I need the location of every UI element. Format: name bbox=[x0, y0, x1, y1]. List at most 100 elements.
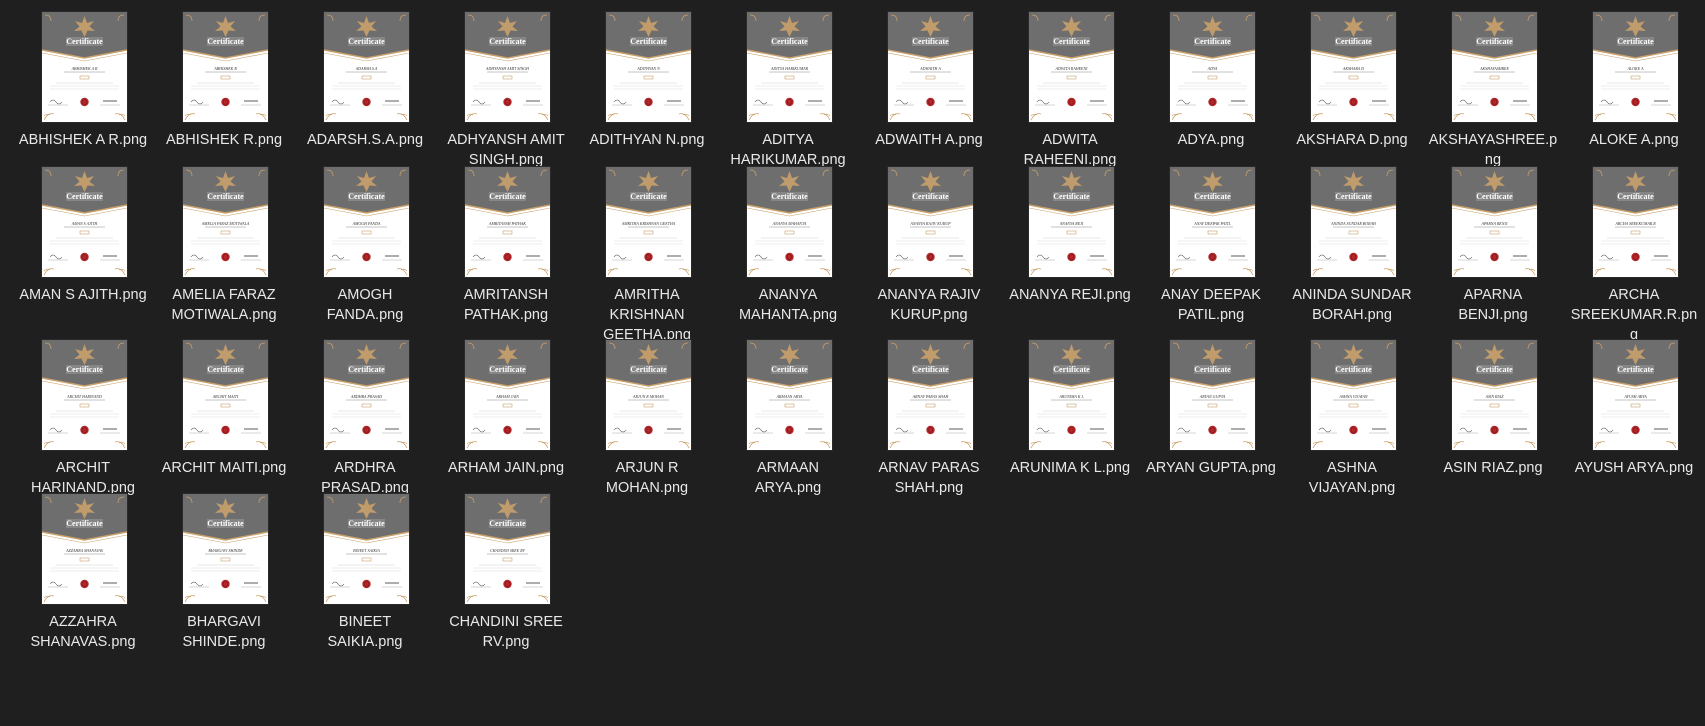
file-thumbnail[interactable]: Certificate AKSHARA D bbox=[1311, 12, 1396, 122]
svg-text:Certificate: Certificate bbox=[348, 37, 385, 46]
svg-text:Certificate: Certificate bbox=[489, 519, 526, 528]
certificate-recipient-name: AMOGH FANDA bbox=[352, 221, 381, 226]
certificate-recipient-name: ARYAN GUPTA bbox=[1199, 394, 1226, 399]
file-name-label: ARDHRA PRASAD.png bbox=[321, 460, 409, 496]
file-thumbnail[interactable]: Certificate CHANDINI SREE RV bbox=[465, 494, 550, 604]
svg-text:Certificate: Certificate bbox=[912, 365, 949, 374]
svg-text:Certificate: Certificate bbox=[348, 519, 385, 528]
certificate-recipient-name: ARHAM JAIN bbox=[495, 394, 519, 399]
file-thumbnail[interactable]: Certificate ARMAAN ARYA bbox=[747, 340, 832, 450]
svg-text:Certificate: Certificate bbox=[66, 37, 103, 46]
certificate-recipient-name: AMAN S AJITH bbox=[71, 221, 99, 226]
file-thumbnail[interactable]: Certificate ADYA bbox=[1170, 12, 1255, 122]
file-thumbnail[interactable]: Certificate AMRITHA KRISHNAN GEETHA bbox=[606, 167, 691, 277]
file-thumbnail[interactable]: Certificate AMRITANSH PATHAK bbox=[465, 167, 550, 277]
file-name-label: ARHAM JAIN.png bbox=[447, 460, 565, 476]
file-name-label: ASHNA VIJAYAN.png bbox=[1308, 460, 1396, 496]
file-thumbnail[interactable]: Certificate ARDHRA PRASAD bbox=[324, 340, 409, 450]
file-thumbnail[interactable]: Certificate ARCHIT MAITI bbox=[183, 340, 268, 450]
file-thumbnail[interactable]: Certificate ARYAN GUPTA bbox=[1170, 340, 1255, 450]
file-thumbnail[interactable]: Certificate AZZAHRA SHANAVAS bbox=[42, 494, 127, 604]
file-thumbnail[interactable]: Certificate ARNAV PARAS SHAH bbox=[888, 340, 973, 450]
file-thumbnail[interactable]: Certificate AMOGH FANDA bbox=[324, 167, 409, 277]
file-thumbnail[interactable]: Certificate ADITHYAN N bbox=[606, 12, 691, 122]
certificate-recipient-name: ARCHIT MAITI bbox=[212, 394, 239, 399]
file-thumbnail[interactable]: Certificate ANANYA REJI bbox=[1029, 167, 1114, 277]
svg-text:Certificate: Certificate bbox=[630, 37, 667, 46]
file-name-label: ARCHIT MAITI.png bbox=[161, 460, 287, 476]
file-thumbnail[interactable]: Certificate AKSHAYASHREE bbox=[1452, 12, 1537, 122]
svg-text:Certificate: Certificate bbox=[207, 519, 244, 528]
file-thumbnail[interactable]: Certificate ARJUN R MOHAN bbox=[606, 340, 691, 450]
svg-text:Certificate: Certificate bbox=[630, 365, 667, 374]
file-thumbnail[interactable]: Certificate ANANYA RAJIV KURUP bbox=[888, 167, 973, 277]
file-name-label: ADITHYAN N.png bbox=[589, 132, 705, 148]
certificate-recipient-name: ANANYA REJI bbox=[1059, 221, 1084, 226]
file-thumbnail[interactable]: Certificate ANINDA SUNDAR BORAH bbox=[1311, 167, 1396, 277]
svg-text:Certificate: Certificate bbox=[1335, 192, 1372, 201]
certificate-recipient-name: AYUSH ARYA bbox=[1623, 394, 1647, 399]
svg-text:Certificate: Certificate bbox=[348, 365, 385, 374]
svg-text:Certificate: Certificate bbox=[1194, 192, 1231, 201]
file-thumbnail[interactable]: Certificate ADITYA HARIKUMAR bbox=[747, 12, 832, 122]
file-thumbnail[interactable]: Certificate ARHAM JAIN bbox=[465, 340, 550, 450]
file-name-label: ANAY DEEPAK PATIL.png bbox=[1161, 287, 1261, 323]
file-thumbnail[interactable]: Certificate BHARGAVI SHINDE bbox=[183, 494, 268, 604]
file-thumbnail[interactable]: Certificate ASIN RIAZ bbox=[1452, 340, 1537, 450]
svg-text:Certificate: Certificate bbox=[66, 365, 103, 374]
file-thumbnail[interactable]: Certificate ARUNIMA K L bbox=[1029, 340, 1114, 450]
svg-text:Certificate: Certificate bbox=[1476, 37, 1513, 46]
file-name-label: AMRITANSH PATHAK.png bbox=[463, 287, 549, 323]
certificate-recipient-name: CHANDINI SREE RV bbox=[490, 548, 526, 553]
file-thumbnail[interactable]: Certificate APARNA BENJI bbox=[1452, 167, 1537, 277]
file-name-label: ANANYA MAHANTA.png bbox=[738, 287, 838, 323]
svg-text:Certificate: Certificate bbox=[66, 192, 103, 201]
file-thumbnail[interactable]: Certificate ARCHIT HARINAND bbox=[42, 340, 127, 450]
svg-text:Certificate: Certificate bbox=[771, 37, 808, 46]
svg-text:Certificate: Certificate bbox=[1053, 365, 1090, 374]
svg-text:Certificate: Certificate bbox=[1335, 37, 1372, 46]
file-thumbnail[interactable]: Certificate ABHISHEK A R bbox=[42, 12, 127, 122]
svg-text:Certificate: Certificate bbox=[1194, 365, 1231, 374]
certificate-recipient-name: ADWAITH A bbox=[919, 66, 941, 71]
file-thumbnail[interactable]: Certificate ALOKE A bbox=[1593, 12, 1678, 122]
svg-text:Certificate: Certificate bbox=[771, 192, 808, 201]
svg-text:Certificate: Certificate bbox=[1335, 365, 1372, 374]
file-thumbnail[interactable]: Certificate AMELIA FARAZ MOTIWALA bbox=[183, 167, 268, 277]
file-name-label: APARNA BENJI.png bbox=[1458, 287, 1528, 323]
file-name-label: ADHYANSH AMIT SINGH.png bbox=[447, 132, 565, 168]
certificate-recipient-name: AMELIA FARAZ MOTIWALA bbox=[201, 221, 250, 226]
certificate-recipient-name: AMRITHA KRISHNAN GEETHA bbox=[621, 221, 676, 226]
file-thumbnail[interactable]: Certificate ADHYANSH AMIT SINGH bbox=[465, 12, 550, 122]
file-name-label: AMOGH FANDA.png bbox=[326, 287, 404, 323]
certificate-recipient-name: ADARSH.S.A bbox=[355, 66, 378, 71]
file-thumbnail[interactable]: Certificate ARCHA SREEKUMAR.R bbox=[1593, 167, 1678, 277]
certificate-recipient-name: ARCHA SREEKUMAR.R bbox=[1614, 221, 1656, 226]
file-thumbnail[interactable]: Certificate AYUSH ARYA bbox=[1593, 340, 1678, 450]
file-name-label: ADWAITH A.png bbox=[875, 132, 983, 148]
file-thumbnail[interactable]: Certificate BINEET SAIKIA bbox=[324, 494, 409, 604]
certificate-recipient-name: AKSHARA D bbox=[1342, 66, 1364, 71]
file-thumbnail[interactable]: Certificate ABHISHEK R bbox=[183, 12, 268, 122]
file-name-label: ARYAN GUPTA.png bbox=[1146, 460, 1276, 476]
file-thumbnail[interactable]: Certificate ADWITA RAHEENI bbox=[1029, 12, 1114, 122]
file-thumbnail[interactable]: Certificate ADWAITH A bbox=[888, 12, 973, 122]
file-name-label: ABHISHEK A R.png bbox=[18, 132, 148, 148]
file-thumbnail[interactable]: Certificate AMAN S AJITH bbox=[42, 167, 127, 277]
certificate-recipient-name: ARUNIMA K L bbox=[1058, 394, 1084, 399]
file-thumbnail[interactable]: Certificate ADARSH.S.A bbox=[324, 12, 409, 122]
file-thumbnail[interactable]: Certificate ANAY DEEPAK PATIL bbox=[1170, 167, 1255, 277]
svg-text:Certificate: Certificate bbox=[1053, 37, 1090, 46]
svg-text:Certificate: Certificate bbox=[1476, 365, 1513, 374]
certificate-recipient-name: BINEET SAIKIA bbox=[353, 548, 380, 553]
certificate-recipient-name: ASHNA VIJAYAN bbox=[1338, 394, 1368, 399]
file-name-label: AMAN S AJITH.png bbox=[19, 287, 147, 303]
certificate-recipient-name: ANANYA MAHANTA bbox=[772, 221, 807, 226]
certificate-recipient-name: APARNA BENJI bbox=[1481, 221, 1509, 226]
file-thumbnail[interactable]: Certificate ANANYA MAHANTA bbox=[747, 167, 832, 277]
file-name-label: ASIN RIAZ.png bbox=[1443, 460, 1543, 476]
certificate-recipient-name: ABHISHEK R bbox=[213, 66, 237, 71]
file-thumbnail[interactable]: Certificate ASHNA VIJAYAN bbox=[1311, 340, 1396, 450]
file-name-label: ARJUN R MOHAN.png bbox=[605, 460, 689, 496]
certificate-recipient-name: AZZAHRA SHANAVAS bbox=[65, 548, 103, 553]
